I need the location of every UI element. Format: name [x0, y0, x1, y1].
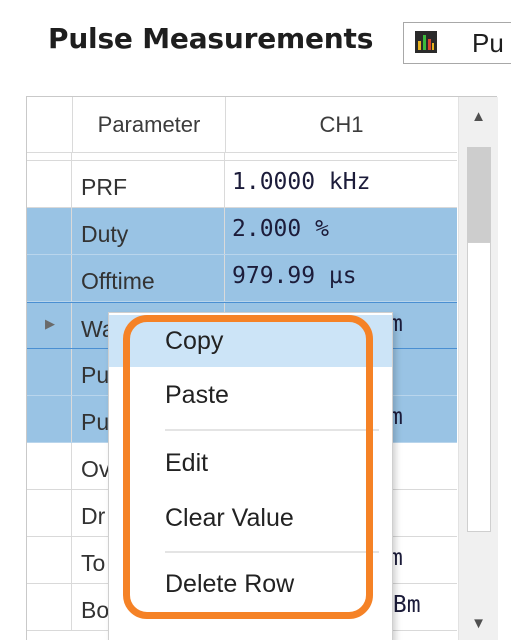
- scroll-up-arrow-icon[interactable]: ▲: [459, 97, 498, 141]
- value-cell[interactable]: 1.0000 kHz: [226, 161, 457, 207]
- menu-item-edit[interactable]: Edit: [109, 437, 392, 489]
- parameter-cell[interactable]: [73, 153, 225, 160]
- table-row[interactable]: [27, 153, 457, 161]
- scroll-down-arrow-icon[interactable]: ▼: [459, 602, 498, 640]
- parameter-cell[interactable]: PRF: [73, 161, 225, 207]
- row-header[interactable]: [27, 349, 72, 395]
- menu-item-copy[interactable]: Copy: [109, 315, 392, 367]
- row-header[interactable]: [27, 584, 72, 630]
- value-cell[interactable]: 979.99 µs: [226, 255, 457, 301]
- context-menu: Copy Paste Edit Clear Value Delete Row: [108, 312, 393, 640]
- pulse-measurements-panel: Pulse Measurements Pu Parameter CH1 PRF: [0, 0, 511, 640]
- table-row[interactable]: Offtime 979.99 µs: [27, 255, 457, 302]
- value-cell[interactable]: [226, 153, 457, 160]
- row-header[interactable]: [27, 490, 72, 536]
- row-header[interactable]: [27, 208, 72, 254]
- vertical-scrollbar[interactable]: ▲ ▼: [458, 97, 498, 640]
- row-header[interactable]: [27, 396, 72, 442]
- column-header-ch1[interactable]: CH1: [226, 97, 457, 152]
- page-title: Pulse Measurements: [48, 22, 374, 55]
- scrollbar-thumb[interactable]: [467, 242, 491, 532]
- row-header[interactable]: [27, 161, 72, 207]
- row-header[interactable]: [27, 255, 72, 301]
- table-row[interactable]: PRF 1.0000 kHz: [27, 161, 457, 208]
- column-header-parameter[interactable]: Parameter: [73, 97, 226, 152]
- row-header-corner: [27, 97, 73, 152]
- value-cell[interactable]: 2.000 %: [226, 208, 457, 254]
- view-select[interactable]: Pu: [403, 22, 511, 64]
- row-header[interactable]: ▶: [27, 303, 72, 348]
- menu-item-clear-value[interactable]: Clear Value: [109, 492, 392, 544]
- current-row-arrow-icon: ▶: [45, 316, 55, 331]
- row-header[interactable]: [27, 443, 72, 489]
- parameter-cell[interactable]: Offtime: [73, 255, 225, 301]
- menu-item-paste[interactable]: Paste: [109, 369, 392, 421]
- chart-icon: [415, 31, 437, 53]
- menu-item-delete-row[interactable]: Delete Row: [109, 558, 392, 610]
- row-header[interactable]: [27, 153, 72, 160]
- menu-separator: [165, 429, 379, 431]
- grid-header: Parameter CH1: [27, 97, 457, 153]
- row-header[interactable]: [27, 537, 72, 583]
- view-select-value: Pu: [472, 28, 504, 58]
- parameter-cell[interactable]: Duty: [73, 208, 225, 254]
- table-row[interactable]: Duty 2.000 %: [27, 208, 457, 255]
- menu-separator: [165, 551, 379, 553]
